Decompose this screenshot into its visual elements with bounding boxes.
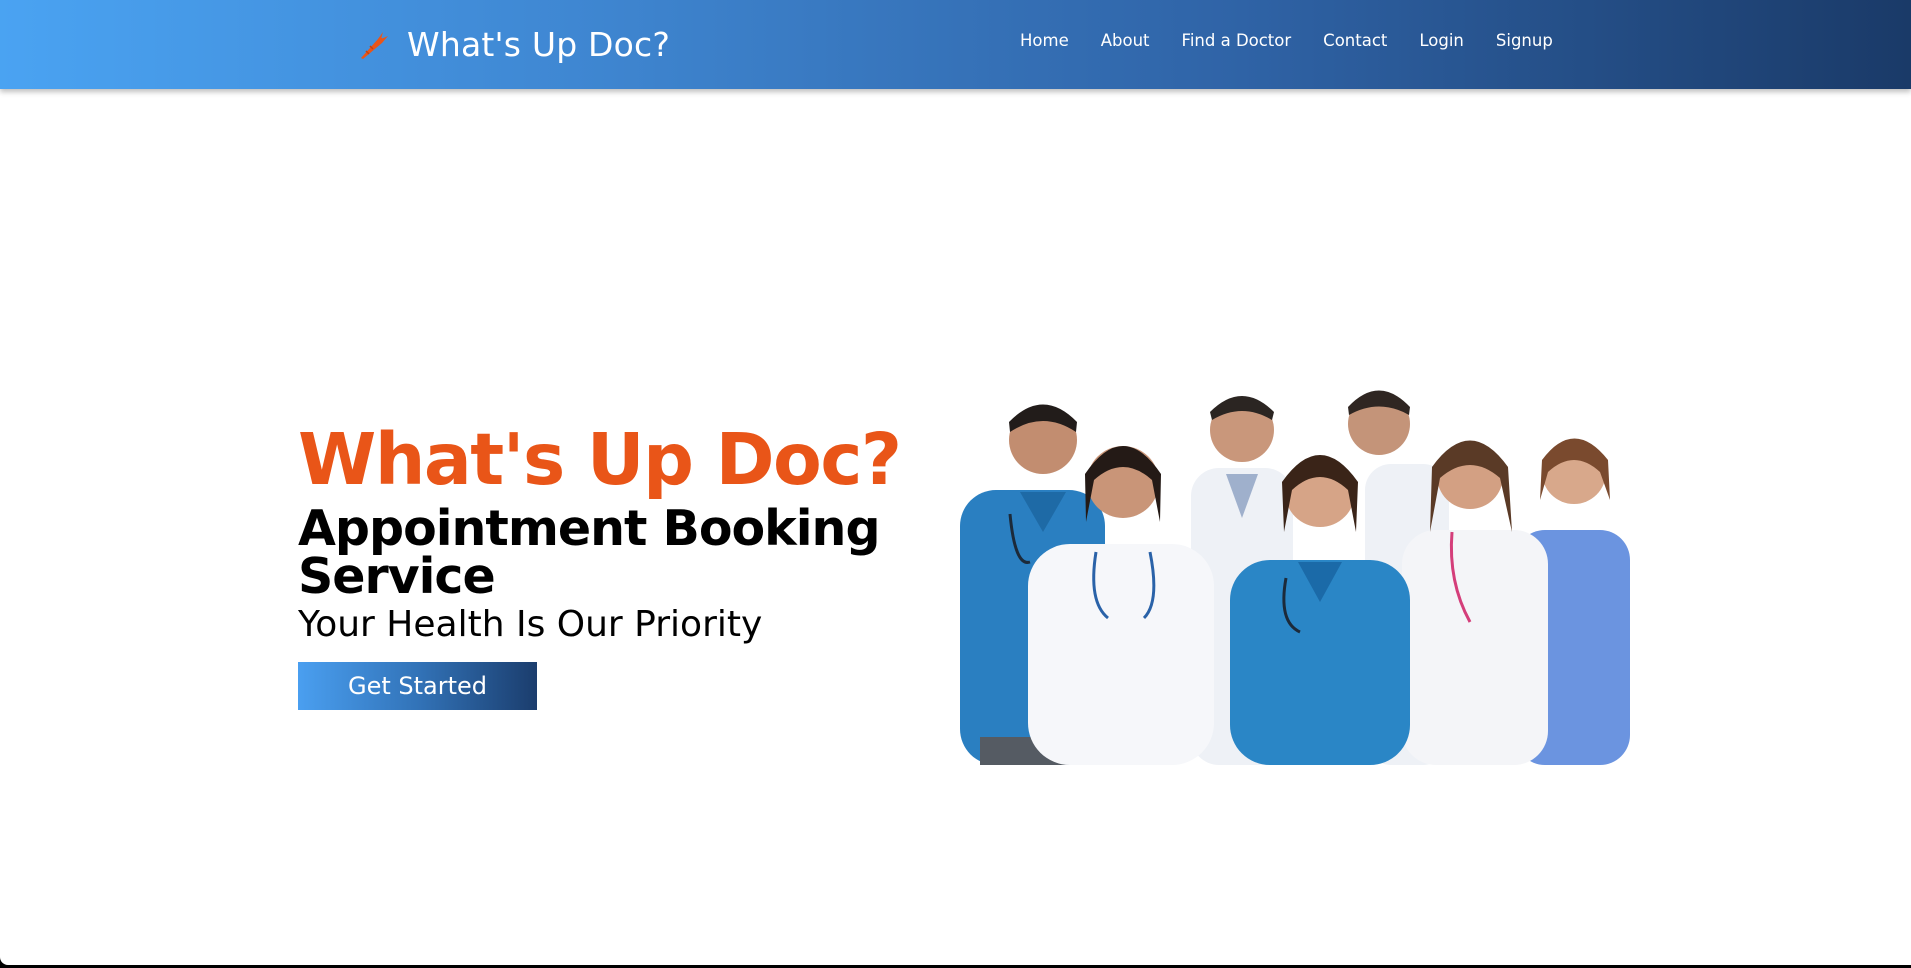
nav-contact[interactable]: Contact: [1323, 31, 1387, 50]
hero-text: What's Up Doc? Appointment Booking Servi…: [298, 418, 938, 710]
main-nav: Home About Find a Doctor Contact Login S…: [1020, 31, 1553, 50]
nav-home[interactable]: Home: [1020, 31, 1069, 50]
nav-about[interactable]: About: [1101, 31, 1150, 50]
hero-subtitle: Appointment Booking Service: [298, 500, 881, 606]
get-started-button[interactable]: Get Started: [298, 662, 537, 710]
brand-link[interactable]: What's Up Doc?: [357, 22, 670, 66]
brand-title: What's Up Doc?: [407, 24, 671, 64]
site-header: What's Up Doc? Home About Find a Doctor …: [0, 0, 1911, 89]
page: What's Up Doc? Home About Find a Doctor …: [0, 0, 1911, 965]
hero-title: What's Up Doc?: [298, 418, 902, 501]
carrot-icon: [357, 27, 391, 61]
nav-signup[interactable]: Signup: [1496, 31, 1553, 50]
nav-login[interactable]: Login: [1419, 31, 1464, 50]
doctors-group-photo: [960, 382, 1630, 765]
hero-tagline: Your Health Is Our Priority: [298, 604, 763, 646]
nav-find-a-doctor[interactable]: Find a Doctor: [1182, 31, 1292, 50]
